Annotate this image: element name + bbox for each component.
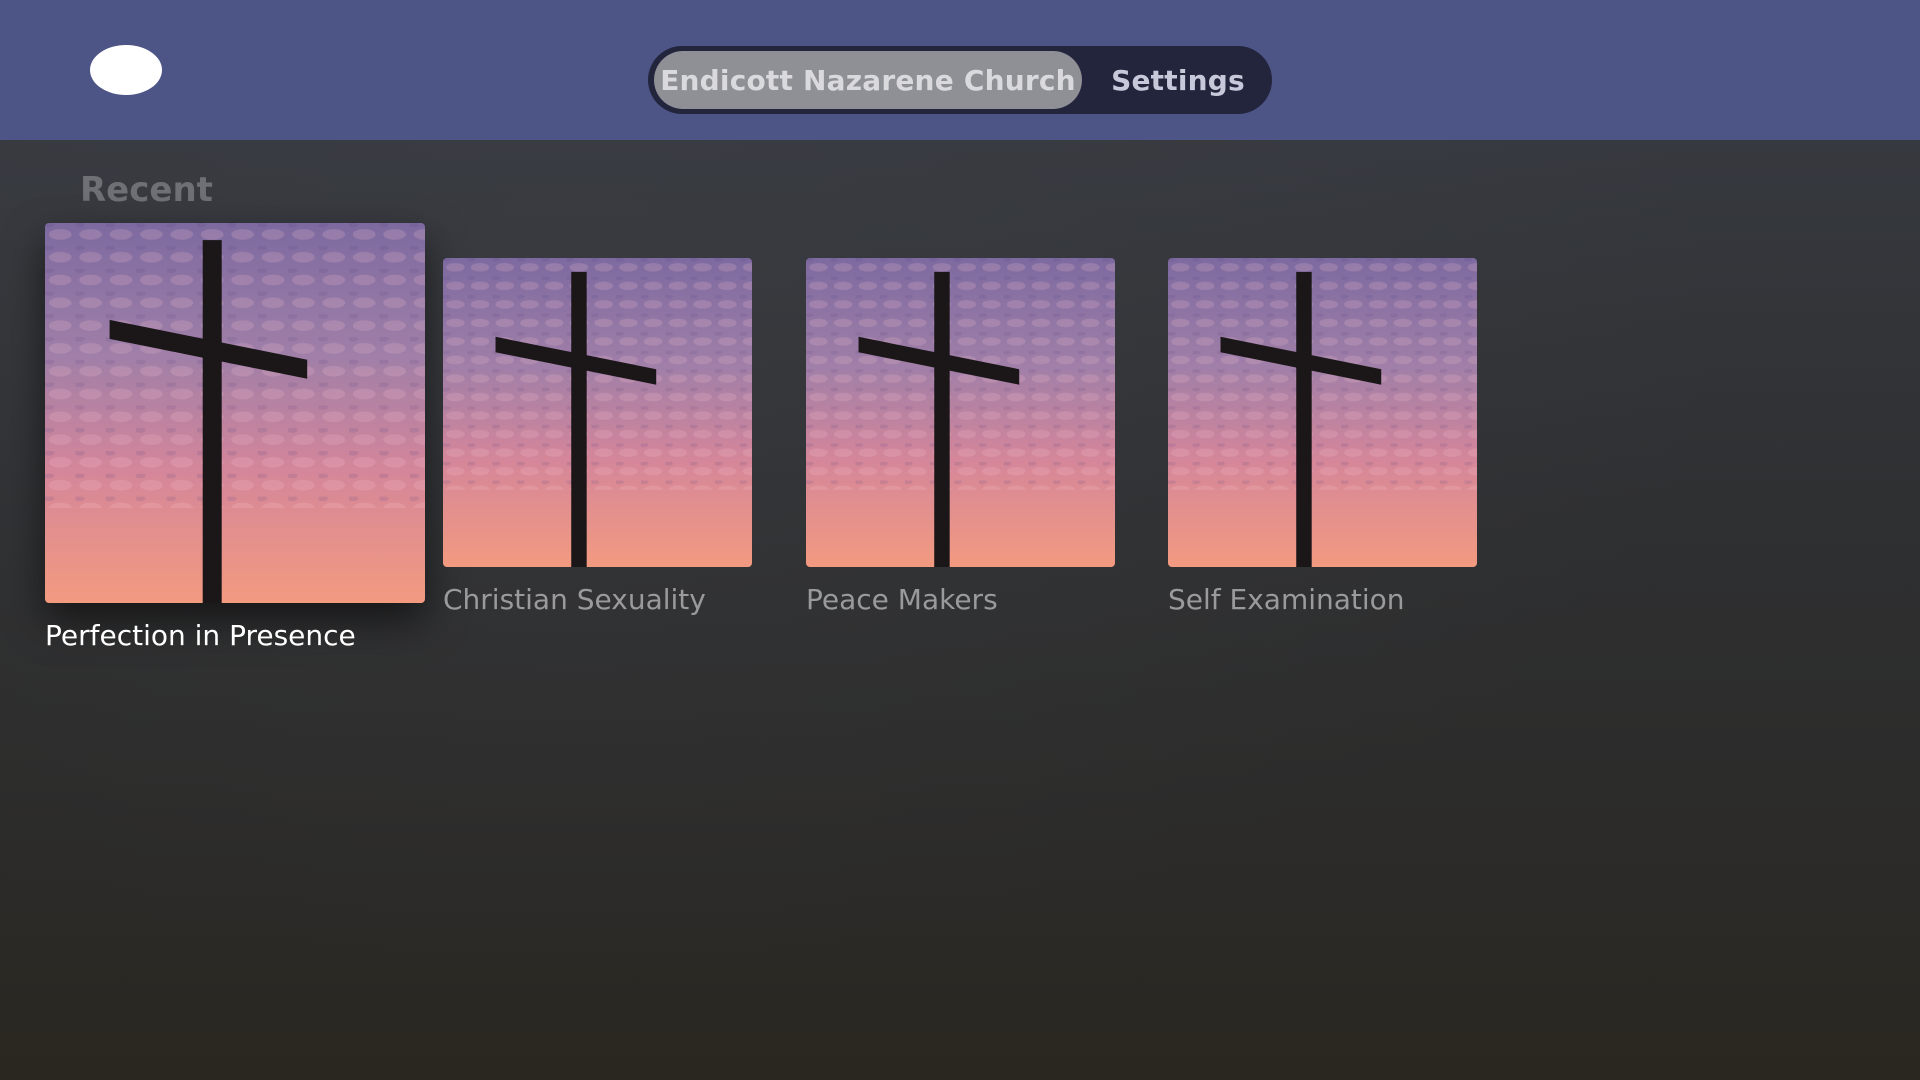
media-card[interactable]: Christian Sexuality xyxy=(443,258,752,628)
media-card-title: Christian Sexuality xyxy=(443,583,706,616)
oval-logo-icon xyxy=(90,45,162,95)
tab-settings[interactable]: Settings xyxy=(1094,51,1262,109)
cross-sunset-image xyxy=(806,258,1115,567)
section-title-recent: Recent xyxy=(80,170,213,210)
tab-bar: Endicott Nazarene Church Settings xyxy=(648,46,1272,114)
tab-endicott-nazarene-church[interactable]: Endicott Nazarene Church xyxy=(654,51,1082,109)
cross-sunset-image xyxy=(45,223,425,603)
media-card[interactable]: Self Examination xyxy=(1168,258,1477,628)
top-navigation-bar: Endicott Nazarene Church Settings xyxy=(0,0,1920,140)
media-card-title: Perfection in Presence xyxy=(45,619,356,652)
media-card-title: Self Examination xyxy=(1168,583,1405,616)
cross-sunset-image xyxy=(1168,258,1477,567)
media-card[interactable]: Peace Makers xyxy=(806,258,1115,628)
media-card[interactable]: Perfection in Presence xyxy=(45,223,425,663)
cross-sunset-image xyxy=(443,258,752,567)
media-card-title: Peace Makers xyxy=(806,583,998,616)
